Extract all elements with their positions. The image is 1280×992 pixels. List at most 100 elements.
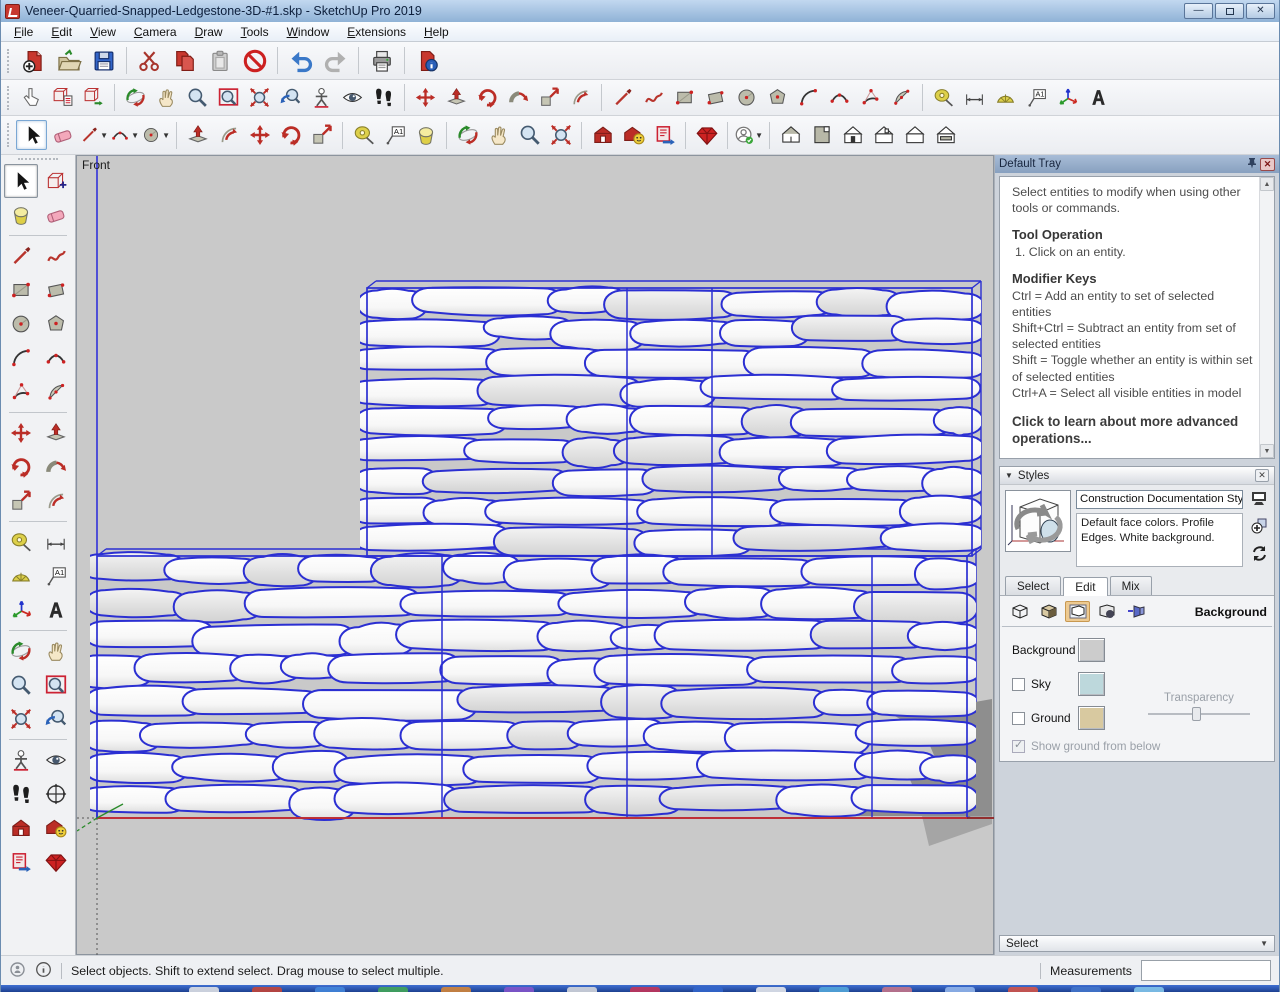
account-button[interactable]: ▼ xyxy=(733,120,764,150)
share-component-button[interactable] xyxy=(649,120,680,150)
text-button[interactable]: A1 xyxy=(1021,83,1052,113)
share-model-button[interactable] xyxy=(39,811,73,845)
toolbar-grip[interactable] xyxy=(7,86,12,110)
new-button[interactable] xyxy=(16,44,51,77)
polygon-button[interactable] xyxy=(39,307,73,341)
tray-bottom-select-bar[interactable]: Select ▼ xyxy=(999,935,1275,952)
left-view-button[interactable] xyxy=(930,120,961,150)
pan-button[interactable] xyxy=(151,83,182,113)
pie-button[interactable] xyxy=(886,83,917,113)
arcs-menu-button[interactable]: ▼ xyxy=(109,120,140,150)
erase-button[interactable] xyxy=(237,44,272,77)
push-pull-button[interactable] xyxy=(182,120,213,150)
background-color-swatch[interactable] xyxy=(1078,638,1105,662)
maximize-button[interactable] xyxy=(1215,3,1244,19)
paint-bucket-button[interactable] xyxy=(410,120,441,150)
look-around-button[interactable] xyxy=(337,83,368,113)
sky-color-swatch[interactable] xyxy=(1078,672,1105,696)
dropdown-arrow-icon[interactable]: ▼ xyxy=(100,131,108,140)
scale-button[interactable] xyxy=(4,484,38,518)
follow-me-button[interactable] xyxy=(39,450,73,484)
show-ground-checkbox[interactable] xyxy=(1012,740,1025,753)
top-view-button[interactable] xyxy=(806,120,837,150)
modeling-settings-icon[interactable] xyxy=(1123,601,1148,622)
taskbar-app-button[interactable] xyxy=(441,987,471,992)
minimize-button[interactable]: — xyxy=(1184,3,1213,19)
cut-button[interactable] xyxy=(132,44,167,77)
background-settings-icon[interactable] xyxy=(1065,601,1090,622)
orbit-button[interactable] xyxy=(4,634,38,668)
rotate-button[interactable] xyxy=(472,83,503,113)
interact-button[interactable] xyxy=(16,83,47,113)
two-point-arc-button[interactable] xyxy=(824,83,855,113)
tab-mix[interactable]: Mix xyxy=(1110,576,1152,595)
taskbar-app-button[interactable] xyxy=(945,987,975,992)
edge-settings-icon[interactable] xyxy=(1007,601,1032,622)
taskbar-app-button[interactable] xyxy=(504,987,534,992)
orbit-button[interactable] xyxy=(120,83,151,113)
orbit-button[interactable] xyxy=(452,120,483,150)
update-style-icon[interactable] xyxy=(1251,545,1268,567)
look-around-button[interactable] xyxy=(39,743,73,777)
style-thumbnail[interactable] xyxy=(1005,490,1071,552)
transparency-slider[interactable] xyxy=(1144,707,1254,721)
pan-button[interactable] xyxy=(39,634,73,668)
pie-button[interactable] xyxy=(39,375,73,409)
paint-bucket-button[interactable] xyxy=(4,198,38,232)
move-button[interactable] xyxy=(244,120,275,150)
rotate-button[interactable] xyxy=(275,120,306,150)
component-attributes-button[interactable] xyxy=(78,83,109,113)
copy-button[interactable] xyxy=(167,44,202,77)
menu-view[interactable]: View xyxy=(81,23,125,41)
taskbar-app-button[interactable] xyxy=(819,987,849,992)
move-button[interactable] xyxy=(4,416,38,450)
taskbar-app-button[interactable] xyxy=(378,987,408,992)
tab-select[interactable]: Select xyxy=(1005,576,1061,595)
arc-button[interactable] xyxy=(4,341,38,375)
menu-camera[interactable]: Camera xyxy=(125,23,186,41)
menu-edit[interactable]: Edit xyxy=(42,23,81,41)
select-button[interactable] xyxy=(16,120,47,150)
scale-button[interactable] xyxy=(534,83,565,113)
taskbar-app-button[interactable] xyxy=(756,987,786,992)
taskbar-app-button[interactable] xyxy=(189,987,219,992)
3d-warehouse-button[interactable] xyxy=(4,811,38,845)
line-button[interactable] xyxy=(4,239,38,273)
menu-help[interactable]: Help xyxy=(415,23,458,41)
axes-button[interactable] xyxy=(1052,83,1083,113)
paste-button[interactable] xyxy=(202,44,237,77)
tape-measure-button[interactable] xyxy=(928,83,959,113)
offset-button[interactable] xyxy=(213,120,244,150)
tab-edit[interactable]: Edit xyxy=(1063,577,1107,596)
line-button[interactable] xyxy=(607,83,638,113)
pan-button[interactable] xyxy=(483,120,514,150)
push-pull-button[interactable] xyxy=(39,416,73,450)
position-camera-button[interactable] xyxy=(4,743,38,777)
secondary-pane-icon[interactable] xyxy=(1251,491,1267,511)
polygon-button[interactable] xyxy=(762,83,793,113)
back-view-button[interactable] xyxy=(899,120,930,150)
watermark-settings-icon[interactable] xyxy=(1094,601,1119,622)
menu-extensions[interactable]: Extensions xyxy=(338,23,415,41)
arc-button[interactable] xyxy=(793,83,824,113)
walk-button[interactable] xyxy=(4,777,38,811)
iso-view-button[interactable] xyxy=(775,120,806,150)
taskbar-app-button[interactable] xyxy=(315,987,345,992)
shapes-menu-button[interactable]: ▼ xyxy=(140,120,171,150)
move-button[interactable] xyxy=(410,83,441,113)
taskbar-app-button[interactable] xyxy=(1071,987,1101,992)
rotated-rectangle-button[interactable] xyxy=(700,83,731,113)
zoom-previous-button[interactable] xyxy=(275,83,306,113)
taskbar-app-button[interactable] xyxy=(252,987,282,992)
three-point-arc-button[interactable] xyxy=(4,375,38,409)
zoom-window-button[interactable] xyxy=(39,668,73,702)
tape-measure-button[interactable] xyxy=(348,120,379,150)
dropdown-arrow-icon[interactable]: ▼ xyxy=(162,131,170,140)
3d-text-button[interactable] xyxy=(39,593,73,627)
undo-button[interactable] xyxy=(283,44,318,77)
front-view-button[interactable] xyxy=(837,120,868,150)
taskbar-app-button[interactable] xyxy=(1008,987,1038,992)
model-canvas[interactable] xyxy=(77,156,997,956)
rotated-rectangle-button[interactable] xyxy=(39,273,73,307)
collapse-arrow-icon[interactable]: ▼ xyxy=(1005,471,1013,480)
